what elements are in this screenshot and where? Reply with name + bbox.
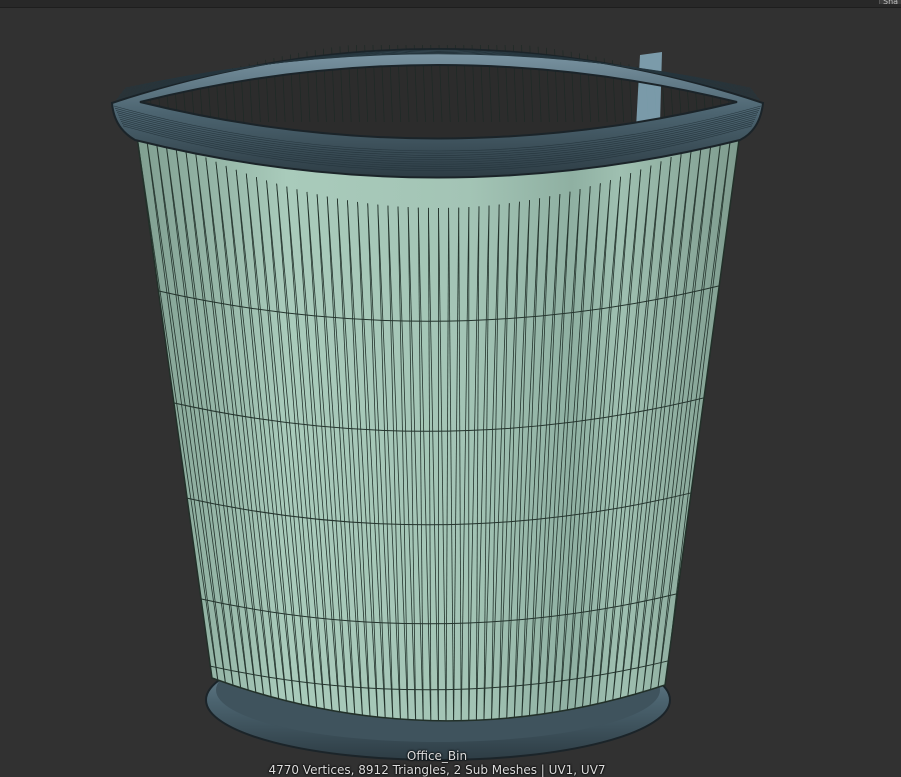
preview-toolbar: Sha [0, 0, 901, 8]
mesh-name-label: Office_Bin [0, 749, 874, 763]
shader-tab[interactable]: Sha [879, 0, 901, 4]
interior-highlight [636, 52, 662, 128]
mesh-preview-render [0, 8, 901, 775]
mesh-preview-viewport[interactable]: Office_Bin 4770 Vertices, 8912 Triangles… [0, 8, 901, 775]
